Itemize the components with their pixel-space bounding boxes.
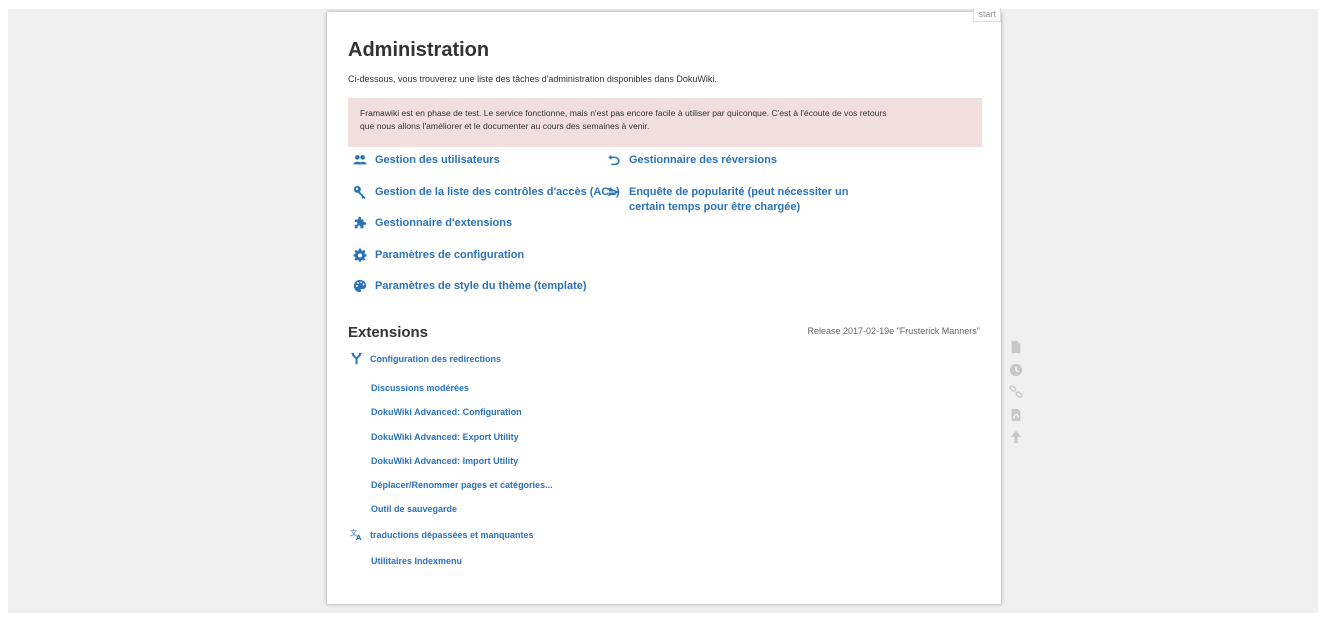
release-version: Release 2017-02-19e "Frusterick Manners"	[807, 326, 980, 336]
admin-revert-item[interactable]: Gestionnaire des réversions	[607, 153, 777, 168]
notice-line-1: Framawiki est en phase de test. Le servi…	[360, 108, 887, 118]
admin-revert-link[interactable]: Gestionnaire des réversions	[629, 153, 777, 168]
admin-popularity-link[interactable]: Enquête de popularité (peut nécessiter u…	[629, 185, 848, 215]
extension-link[interactable]: DokuWiki Advanced: Export Utility	[371, 432, 519, 442]
page-id-label: start	[973, 8, 1001, 22]
page-icon[interactable]	[1009, 340, 1023, 354]
extension-link[interactable]: Configuration des redirections	[370, 354, 501, 364]
intro-text: Ci-dessous, vous trouverez une liste des…	[348, 74, 717, 84]
extension-link[interactable]: Déplacer/Renommer pages et catégories...	[371, 480, 553, 490]
extension-item-move[interactable]: Déplacer/Renommer pages et catégories...	[371, 480, 553, 490]
fork-icon	[350, 352, 363, 365]
back-to-top-icon[interactable]	[1009, 430, 1023, 444]
wiki-page: start Administration Ci-dessous, vous tr…	[327, 8, 1001, 604]
users-icon	[353, 153, 367, 167]
export-pdf-icon[interactable]	[1009, 408, 1023, 422]
extension-link[interactable]: traductions dépassées et manquantes	[370, 530, 534, 540]
admin-popularity-item[interactable]: Enquête de popularité (peut nécessiter u…	[607, 185, 848, 215]
extension-item-advanced-export[interactable]: DokuWiki Advanced: Export Utility	[371, 432, 519, 442]
popularity-line-1[interactable]: Enquête de popularité (peut nécessiter u…	[629, 185, 848, 200]
extension-item-backup[interactable]: Outil de sauvegarde	[371, 504, 457, 514]
admin-users-link[interactable]: Gestion des utilisateurs	[375, 153, 500, 168]
admin-style-item[interactable]: Paramètres de style du thème (template)	[353, 279, 587, 294]
admin-config-item[interactable]: Paramètres de configuration	[353, 248, 524, 263]
history-icon[interactable]	[1009, 363, 1023, 377]
admin-extensions-link[interactable]: Gestionnaire d'extensions	[375, 216, 512, 231]
extension-link[interactable]: DokuWiki Advanced: Import Utility	[371, 456, 518, 466]
admin-acl-link[interactable]: Gestion de la liste des contrôles d'accè…	[375, 185, 620, 200]
extension-link[interactable]: Discussions modérées	[371, 383, 469, 393]
admin-style-link[interactable]: Paramètres de style du thème (template)	[375, 279, 587, 294]
notice-line-2: que nous allons l'améliorer et le docume…	[360, 121, 650, 131]
extension-link[interactable]: Outil de sauvegarde	[371, 504, 457, 514]
send-icon	[607, 185, 621, 199]
svg-text:A: A	[356, 533, 362, 541]
extension-item-redirections[interactable]: Configuration des redirections	[350, 352, 501, 365]
translate-icon: 文A	[350, 528, 363, 541]
extensions-heading: Extensions	[348, 324, 429, 341]
palette-icon	[353, 279, 367, 293]
extension-item-advanced-import[interactable]: DokuWiki Advanced: Import Utility	[371, 456, 518, 466]
page-tools	[1009, 340, 1023, 453]
extension-link[interactable]: Utilitaires Indexmenu	[371, 556, 462, 566]
extension-link[interactable]: DokuWiki Advanced: Configuration	[371, 407, 522, 417]
page-title: Administration	[348, 39, 490, 61]
popularity-line-2[interactable]: certain temps pour être chargée)	[629, 200, 848, 215]
extension-item-discussions[interactable]: Discussions modérées	[371, 383, 469, 393]
admin-config-link[interactable]: Paramètres de configuration	[375, 248, 524, 263]
admin-extensions-item[interactable]: Gestionnaire d'extensions	[353, 216, 512, 231]
puzzle-icon	[353, 216, 367, 230]
gear-icon	[353, 248, 367, 262]
admin-users-item[interactable]: Gestion des utilisateurs	[353, 153, 500, 168]
extension-item-translations[interactable]: 文A traductions dépassées et manquantes	[350, 528, 534, 541]
extension-item-advanced-config[interactable]: DokuWiki Advanced: Configuration	[371, 407, 522, 417]
admin-acl-item[interactable]: Gestion de la liste des contrôles d'accè…	[353, 185, 620, 200]
backlinks-icon[interactable]	[1009, 385, 1023, 399]
test-phase-notice: Framawiki est en phase de test. Le servi…	[348, 98, 982, 147]
extension-item-indexmenu[interactable]: Utilitaires Indexmenu	[371, 556, 462, 566]
undo-icon	[607, 153, 621, 167]
key-icon	[353, 185, 367, 199]
